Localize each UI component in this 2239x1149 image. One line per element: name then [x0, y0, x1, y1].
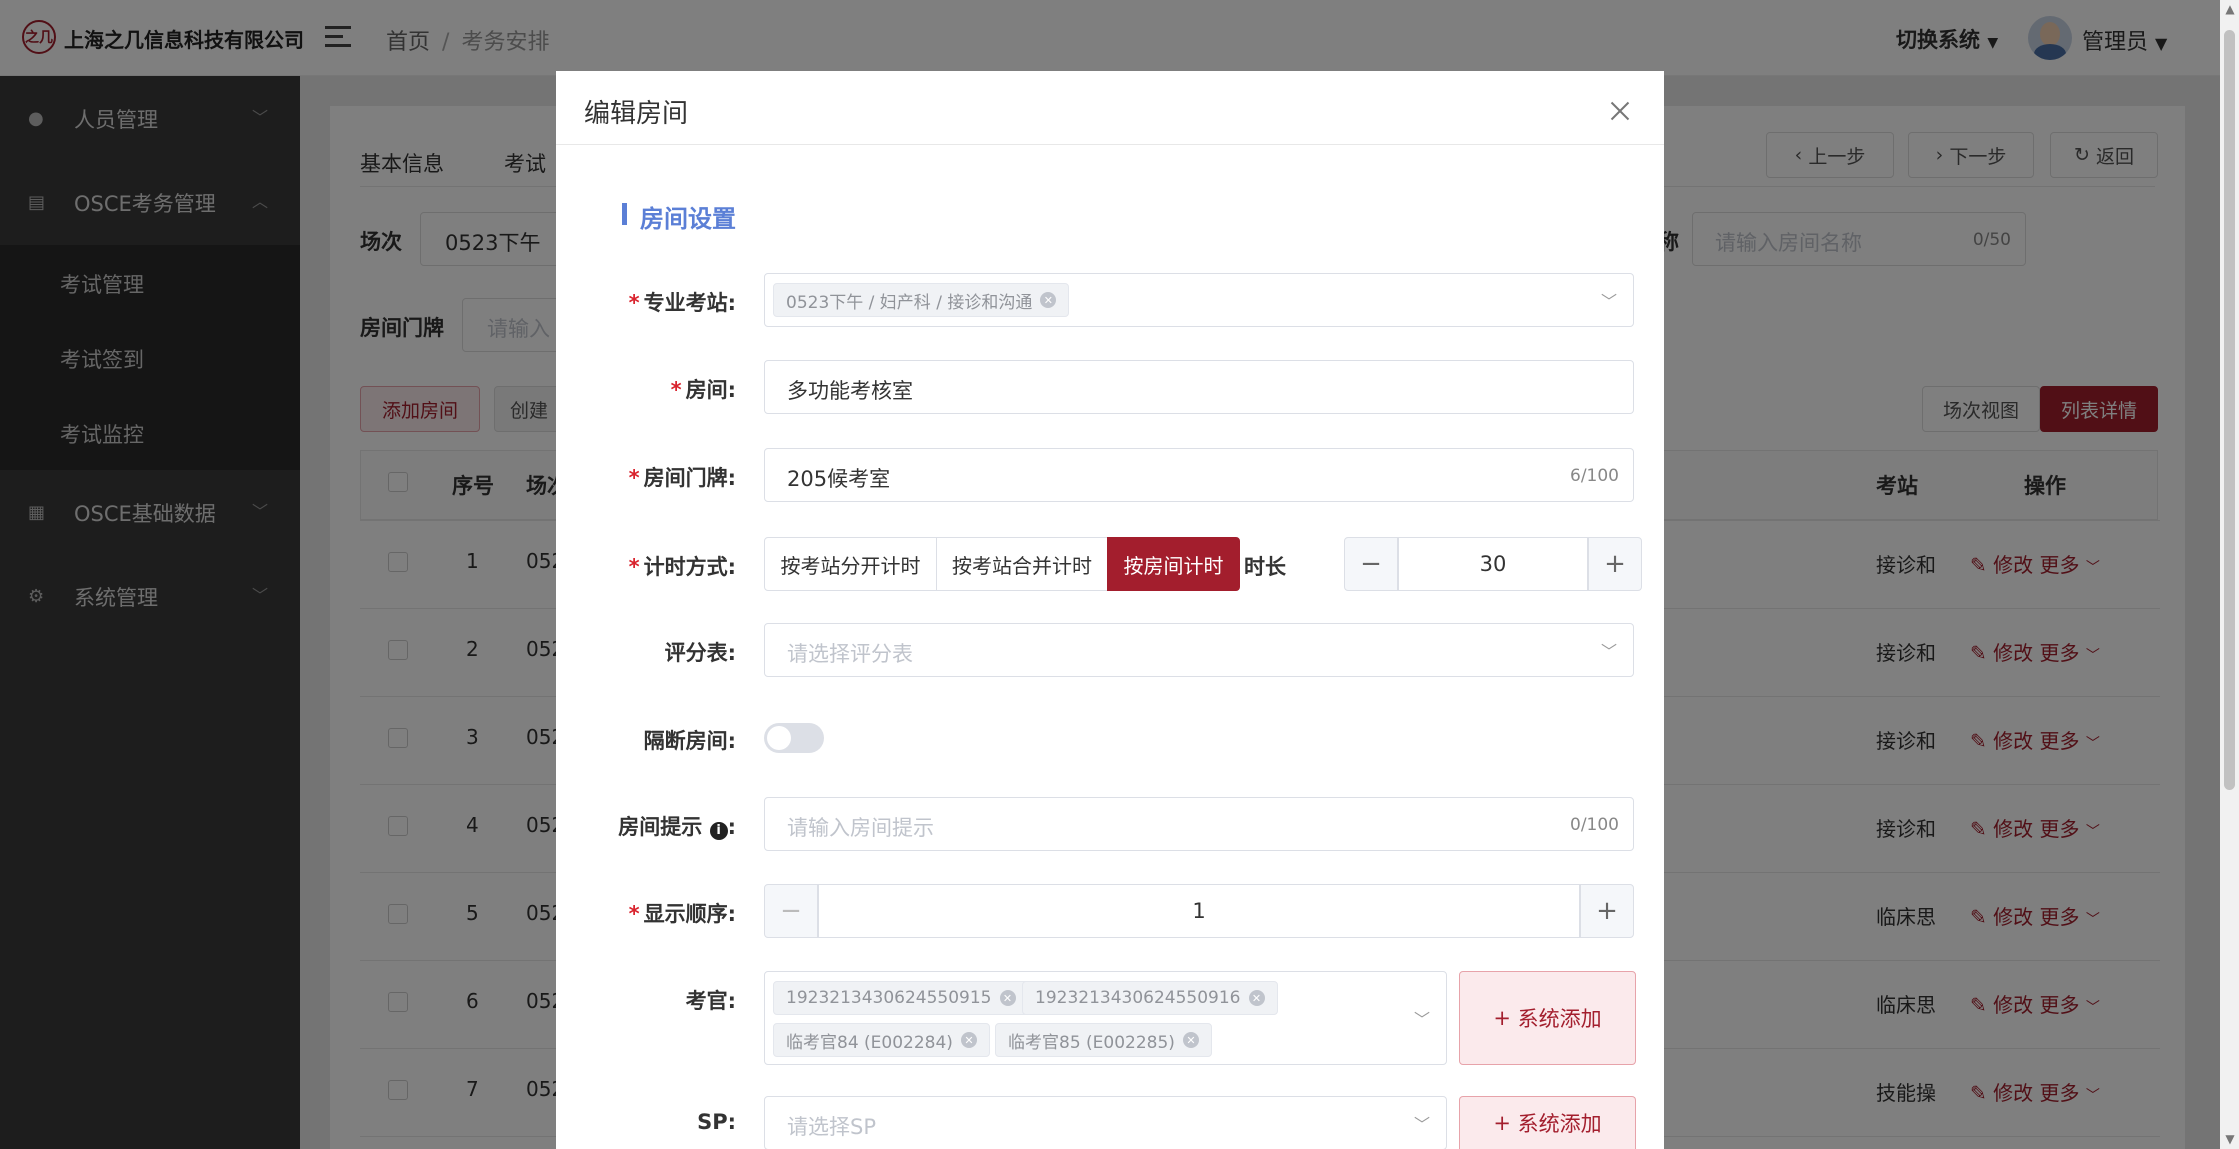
dialog-header: 编辑房间: [556, 71, 1664, 145]
examiner-tag-text: 1923213430624550915: [786, 988, 992, 1008]
order-minus-button[interactable]: −: [764, 884, 818, 938]
station-tag: 0523下午 / 妇产科 / 接诊和沟通 ✕: [773, 283, 1070, 317]
duration-input[interactable]: 30: [1398, 537, 1588, 591]
examiner-tag-text: 临考官84 (E002284): [786, 1032, 953, 1053]
duration-value: 30: [1479, 552, 1507, 576]
examiner-add-label: 系统添加: [1517, 1007, 1602, 1031]
room-label-text: 房间:: [685, 378, 736, 402]
sp-add-label: 系统添加: [1517, 1112, 1602, 1136]
sp-select[interactable]: 请选择SP ﹀: [764, 1096, 1447, 1149]
tag-close-icon[interactable]: ✕: [1248, 990, 1265, 1006]
chevron-down-icon: ﹀: [1600, 642, 1617, 661]
examiner-select[interactable]: 1923213430624550915 ✕ 1923213430624550916…: [764, 971, 1447, 1065]
toggle-knob: [767, 726, 791, 750]
order-plus-button[interactable]: +: [1580, 884, 1634, 938]
station-select[interactable]: 0523下午 / 妇产科 / 接诊和沟通 ✕ ﹀: [764, 273, 1634, 327]
room-value: 多功能考核室: [787, 379, 913, 403]
examiner-tag: 临考官85 (E002285) ✕: [995, 1023, 1212, 1057]
examiner-tag-text: 临考官85 (E002285): [1008, 1032, 1175, 1053]
scroll-down-icon[interactable]: ▼: [2223, 1132, 2237, 1146]
examiner-tag: 1923213430624550916 ✕: [1022, 981, 1278, 1015]
station-label: * 专业考站:: [628, 291, 736, 315]
plus-icon: +: [1493, 1111, 1518, 1135]
order-value: 1: [1192, 899, 1206, 923]
close-icon[interactable]: [1610, 101, 1630, 121]
hint-label-text: 房间提示: [618, 815, 703, 839]
examiner-tag: 1923213430624550915 ✕: [773, 981, 1029, 1015]
dialog-title: 编辑房间: [584, 99, 689, 129]
edit-room-dialog: 编辑房间 房间设置 * 专业考站: 0523下午 / 妇产科 / 接诊和沟通 ✕ ﹀…: [556, 71, 1664, 1149]
scroll-up-icon[interactable]: ▲: [2223, 2, 2237, 16]
section-title: 房间设置: [640, 205, 736, 233]
score-placeholder: 请选择评分表: [787, 642, 913, 666]
info-icon[interactable]: i: [709, 822, 728, 840]
timing-label: * 计时方式:: [628, 555, 736, 579]
hint-count: 0/100: [1570, 815, 1619, 835]
timing-label-text: 计时方式:: [643, 555, 736, 579]
room-input[interactable]: 多功能考核室: [764, 360, 1634, 414]
examiner-tag-text: 1923213430624550916: [1035, 988, 1241, 1008]
score-select[interactable]: 请选择评分表 ﹀: [764, 623, 1634, 677]
score-label: 评分表:: [664, 641, 736, 665]
order-input[interactable]: 1: [818, 884, 1580, 938]
sp-system-add-button[interactable]: + 系统添加: [1459, 1096, 1636, 1149]
room-label: * 房间:: [670, 378, 736, 402]
station-tag-text: 0523下午 / 妇产科 / 接诊和沟通: [786, 292, 1033, 313]
hint-placeholder: 请输入房间提示: [787, 816, 934, 840]
door-label-text: 房间门牌:: [643, 466, 736, 490]
duration-minus-button[interactable]: −: [1344, 537, 1398, 591]
tag-close-icon[interactable]: ✕: [1040, 292, 1057, 308]
door-input[interactable]: 205候考室 6/100: [764, 448, 1634, 502]
chevron-down-icon: ﹀: [1600, 292, 1617, 311]
tag-close-icon[interactable]: ✕: [1182, 1032, 1199, 1048]
examiner-tag: 临考官84 (E002284) ✕: [773, 1023, 990, 1057]
door-count: 6/100: [1570, 466, 1619, 486]
timing-option-separate[interactable]: 按考站分开计时: [764, 537, 937, 591]
order-label-text: 显示顺序:: [643, 902, 736, 926]
plus-icon: +: [1493, 1006, 1518, 1030]
examiner-system-add-button[interactable]: + 系统添加: [1459, 971, 1636, 1065]
station-label-text: 专业考站:: [643, 291, 736, 315]
tag-close-icon[interactable]: ✕: [999, 990, 1016, 1006]
isolate-label: 隔断房间:: [643, 729, 736, 753]
hint-input[interactable]: 请输入房间提示 0/100: [764, 797, 1634, 851]
timing-option-merged[interactable]: 按考站合并计时: [936, 537, 1108, 591]
duration-plus-button[interactable]: +: [1588, 537, 1642, 591]
sp-label: SP:: [697, 1110, 736, 1134]
examiner-label: 考官:: [685, 989, 736, 1013]
sp-placeholder: 请选择SP: [787, 1115, 876, 1139]
scrollbar-thumb[interactable]: [2224, 30, 2235, 790]
chevron-down-icon: ﹀: [1413, 1010, 1430, 1029]
order-label: * 显示顺序:: [628, 902, 736, 926]
door-value: 205候考室: [787, 467, 891, 491]
isolate-toggle[interactable]: [764, 723, 824, 753]
door-label: * 房间门牌:: [628, 466, 736, 490]
tag-close-icon[interactable]: ✕: [960, 1032, 977, 1048]
section-marker: [622, 203, 627, 225]
chevron-down-icon: ﹀: [1413, 1115, 1430, 1134]
hint-label: 房间提示 i:: [618, 815, 736, 840]
duration-label: 时长: [1244, 555, 1286, 579]
